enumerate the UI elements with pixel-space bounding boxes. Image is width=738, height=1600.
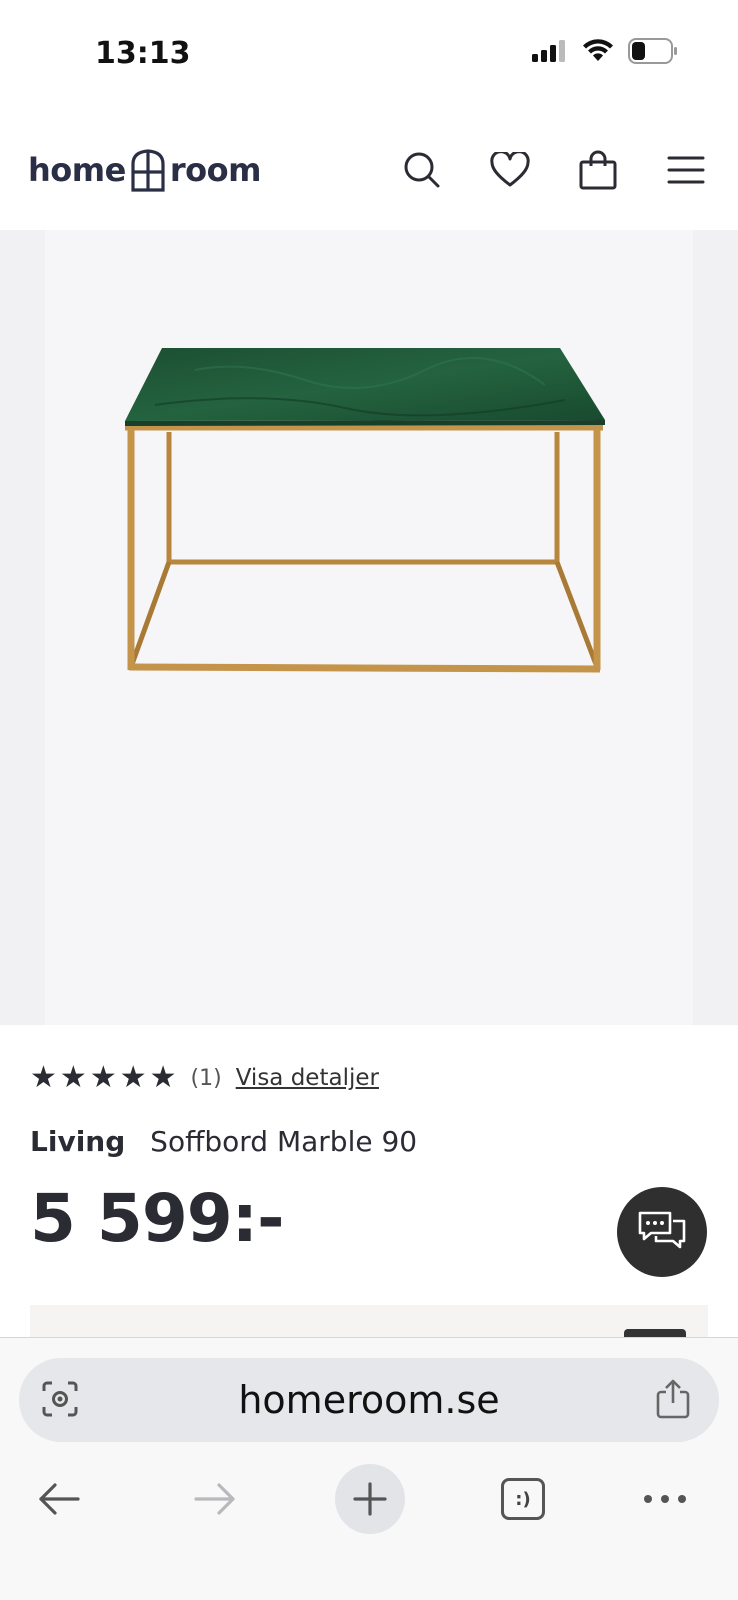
- status-bar: 13:13: [0, 0, 738, 110]
- browser-nav-row: :): [0, 1464, 738, 1544]
- plus-icon: [353, 1482, 387, 1516]
- logo-word-room: room: [169, 151, 262, 189]
- homeroom-logo[interactable]: home room: [28, 148, 261, 192]
- arrow-left-icon: [39, 1483, 80, 1515]
- wifi-icon: [583, 39, 613, 61]
- star-icon: ★: [89, 1060, 117, 1095]
- bag-icon: [579, 150, 617, 190]
- product-image[interactable]: [0, 230, 738, 1025]
- chat-bubbles-icon: [638, 1211, 686, 1249]
- product-name: Soffbord Marble 90: [150, 1125, 418, 1158]
- cellular-signal-icon: [532, 40, 565, 62]
- product-price: 5 599:-: [30, 1180, 284, 1257]
- status-icons: [532, 38, 678, 64]
- review-count: (1): [190, 1065, 222, 1091]
- marble-coffee-table-image: [125, 348, 605, 673]
- product-image-frame: [45, 230, 693, 1025]
- site-header: home room: [0, 120, 738, 230]
- star-icon: ★: [149, 1060, 177, 1095]
- tabs-button[interactable]: :): [488, 1464, 558, 1534]
- forward-button[interactable]: [180, 1464, 250, 1534]
- status-time: 13:13: [95, 36, 191, 71]
- heart-icon: [490, 152, 530, 187]
- share-icon[interactable]: [655, 1378, 691, 1420]
- rating-row: ★ ★ ★ ★ ★ (1) Visa detaljer: [30, 1063, 379, 1093]
- address-bar[interactable]: homeroom.se: [19, 1358, 719, 1442]
- show-details-link[interactable]: Visa detaljer: [236, 1065, 379, 1091]
- header-actions: [400, 148, 708, 192]
- search-icon: [404, 152, 440, 188]
- logo-house-icon: [131, 149, 165, 192]
- new-tab-button[interactable]: [335, 1464, 405, 1534]
- star-icon: ★: [119, 1060, 147, 1095]
- star-icon: ★: [59, 1060, 87, 1095]
- arrow-right-icon: [194, 1483, 235, 1515]
- battery-icon: [628, 38, 677, 64]
- chat-button[interactable]: [617, 1187, 707, 1277]
- logo-word-home: home: [28, 151, 126, 189]
- menu-button[interactable]: [664, 148, 708, 192]
- browser-toolbar: homeroom.se :): [0, 1337, 738, 1600]
- rating-stars: ★ ★ ★ ★ ★: [30, 1063, 177, 1093]
- product-title: Living Soffbord Marble 90: [30, 1125, 417, 1158]
- star-icon: ★: [30, 1060, 57, 1095]
- more-menu-button[interactable]: [630, 1464, 700, 1534]
- menu-icon: [667, 156, 705, 184]
- product-brand: Living: [30, 1125, 126, 1158]
- tabs-icon: :): [501, 1478, 545, 1520]
- url-text: homeroom.se: [238, 1378, 500, 1422]
- cart-button[interactable]: [576, 148, 620, 192]
- wishlist-button[interactable]: [488, 148, 532, 192]
- search-button[interactable]: [400, 148, 444, 192]
- more-dots-icon: [644, 1495, 686, 1503]
- back-button[interactable]: [24, 1464, 94, 1534]
